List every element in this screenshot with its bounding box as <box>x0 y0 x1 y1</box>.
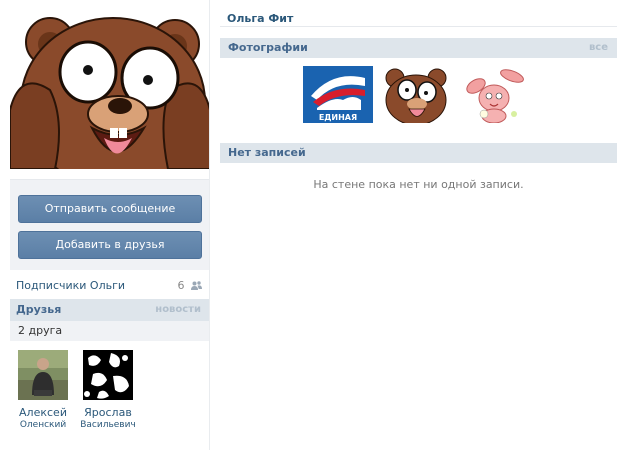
friends-count: 2 друга <box>10 321 210 341</box>
friend-card[interactable]: Алексей Оленский <box>8 350 78 432</box>
profile-avatar[interactable] <box>10 10 210 169</box>
empty-wall-message: На стене пока нет ни одной записи. <box>313 178 524 191</box>
photo-thumbnail[interactable] <box>462 66 532 123</box>
photo-thumbnail[interactable] <box>381 66 451 123</box>
friend-photo[interactable] <box>83 350 133 400</box>
people-icon <box>191 281 202 290</box>
friend-first-name[interactable]: Ярослав <box>73 406 143 419</box>
friends-section-header[interactable]: Друзья новости <box>10 299 210 321</box>
add-friend-button[interactable]: Добавить в друзья <box>18 231 202 259</box>
subscribers-count: 6 <box>177 279 185 292</box>
subscribers-count-block: 6 <box>177 272 202 300</box>
party-logo-text: ЕДИНАЯ <box>319 113 357 122</box>
profile-actions: Отправить сообщение Добавить в друзья <box>10 179 210 270</box>
photos-section-header[interactable]: Фотографии все <box>220 38 617 58</box>
friend-photo[interactable] <box>18 350 68 400</box>
bear-avatar-image <box>10 10 210 169</box>
wall-section-header: Нет записей <box>220 143 617 163</box>
subscribers-link[interactable]: Подписчики Ольги 6 <box>10 272 210 300</box>
friend-first-name[interactable]: Алексей <box>8 406 78 419</box>
bunny-photo-image <box>462 66 532 123</box>
party-logo-image: ЕДИНАЯ <box>303 66 373 123</box>
friend-last-name[interactable]: Васильевич <box>73 419 143 432</box>
left-column: Отправить сообщение Добавить в друзья По… <box>10 10 210 450</box>
friends-news-link[interactable]: новости <box>155 299 201 321</box>
friends-title: Друзья <box>16 303 62 316</box>
title-divider <box>220 26 617 27</box>
send-message-button[interactable]: Отправить сообщение <box>18 195 202 223</box>
photo-thumbnail[interactable]: ЕДИНАЯ <box>303 66 373 123</box>
friend-card[interactable]: Ярослав Васильевич <box>73 350 143 432</box>
photos-title: Фотографии <box>228 41 308 54</box>
column-divider <box>209 0 210 450</box>
bear-photo-image <box>381 66 451 123</box>
photos-all-link[interactable]: все <box>589 38 608 58</box>
subscribers-label: Подписчики Ольги <box>16 279 126 292</box>
wall-title: Нет записей <box>228 146 306 159</box>
friend-last-name[interactable]: Оленский <box>8 419 78 432</box>
